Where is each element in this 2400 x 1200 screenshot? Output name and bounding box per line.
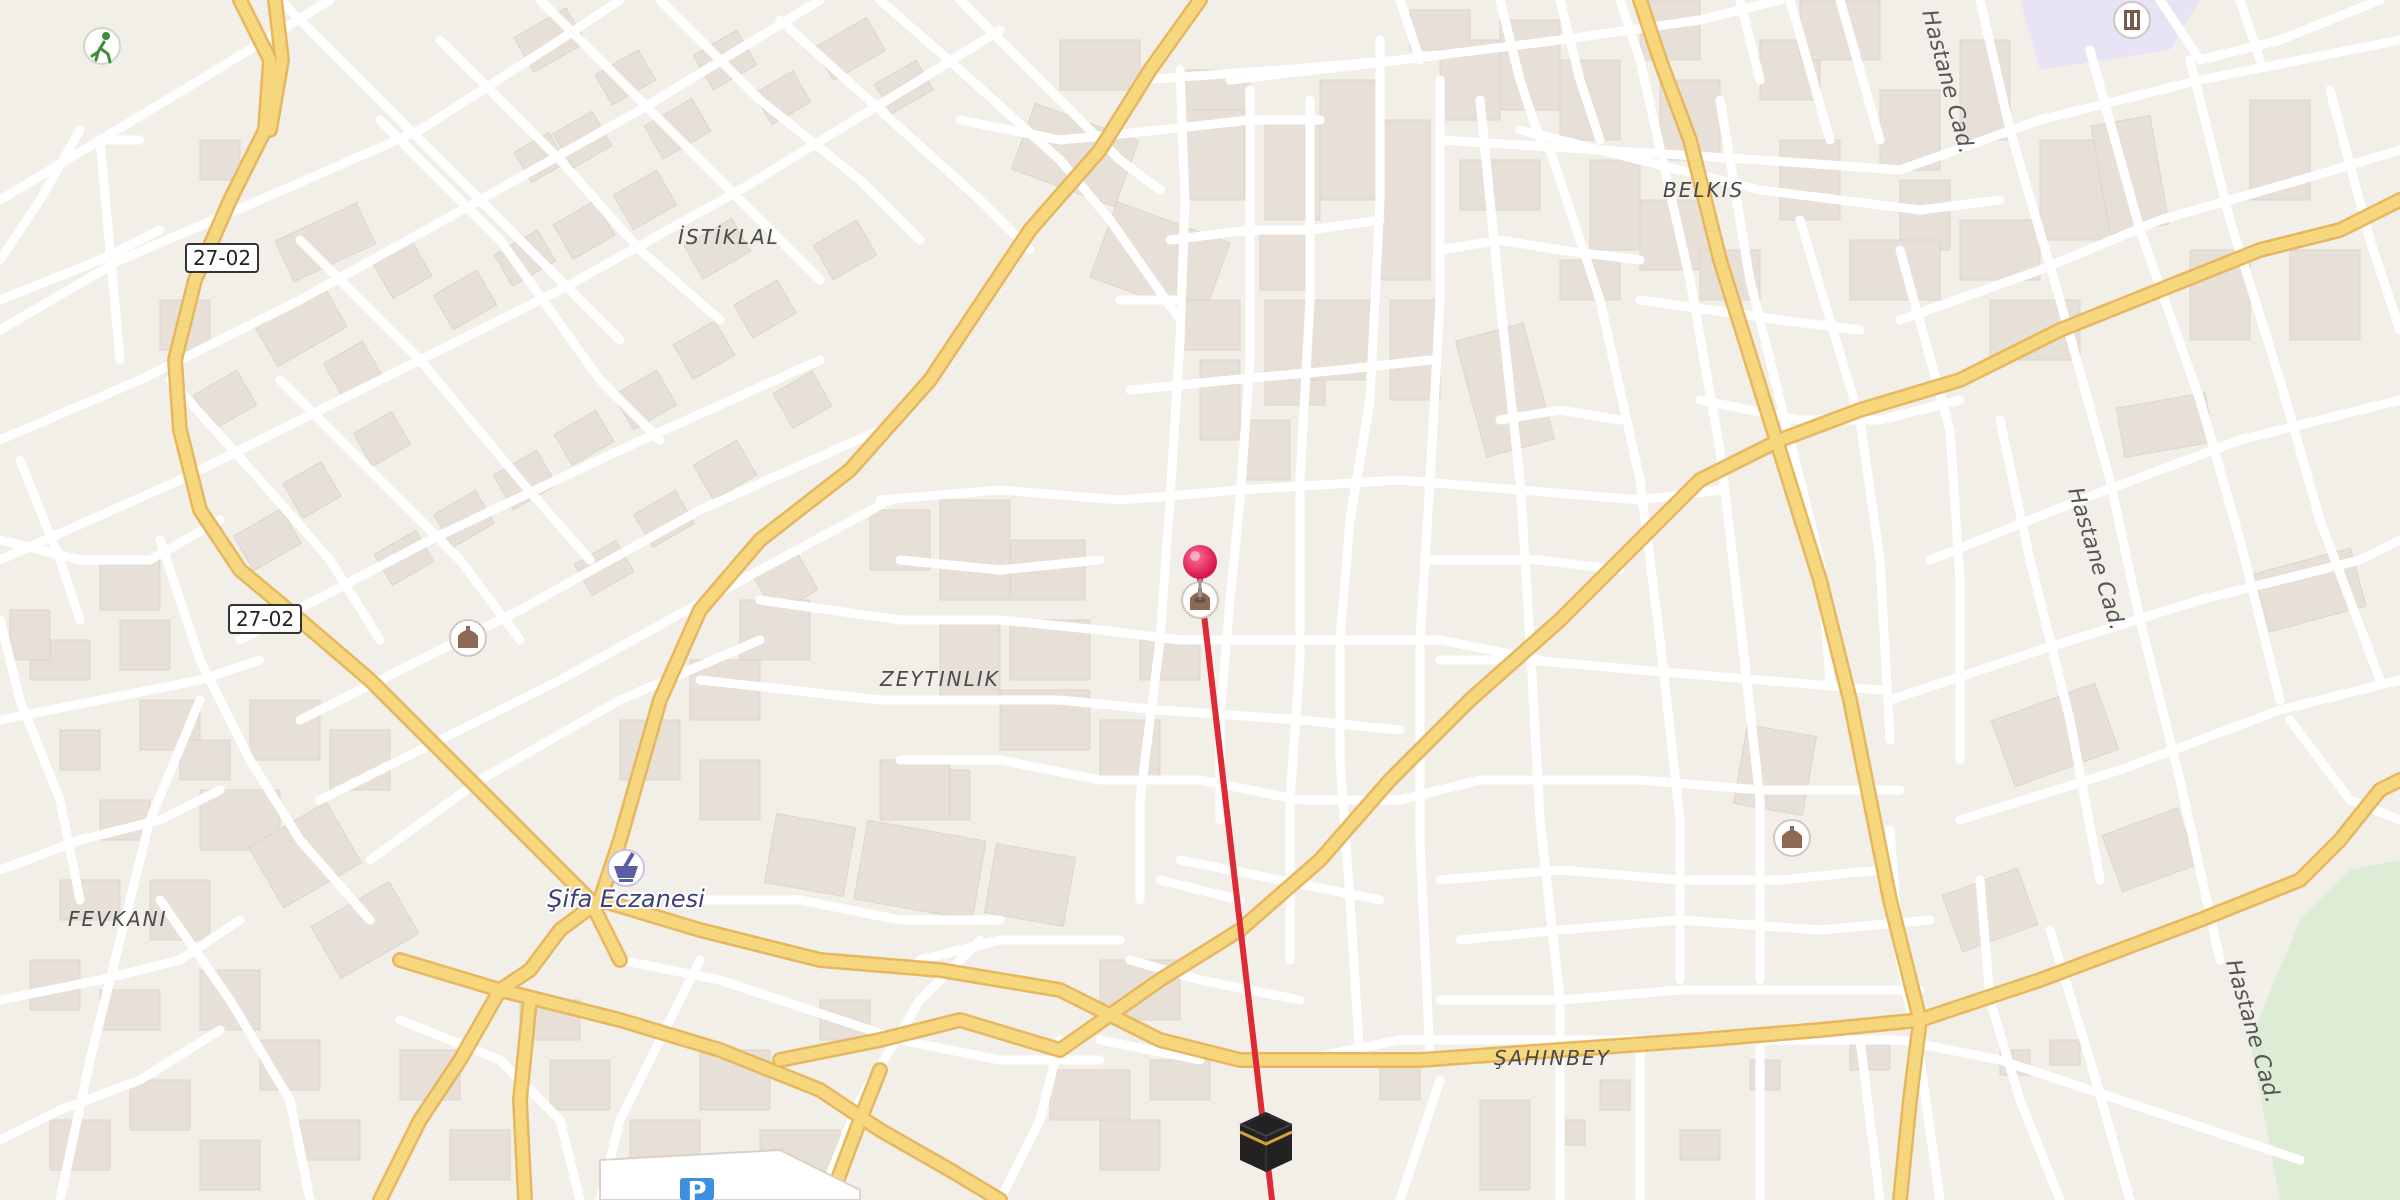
hospital-area: [2020, 0, 2200, 70]
route-shield-label: 27-02: [193, 246, 251, 270]
neighborhood-zeytinlik: ZEYTINLIK: [879, 667, 1000, 691]
route-shield-1: 27-02: [185, 243, 259, 273]
route-shield-2: 27-02: [228, 604, 302, 634]
mosque-icon[interactable]: [1773, 819, 1811, 857]
parking-symbol: P: [687, 1177, 706, 1200]
route-shield-label: 27-02: [236, 607, 294, 631]
mosque-icon[interactable]: [449, 619, 487, 657]
neighborhood-fevkani: FEVKANI: [68, 907, 167, 931]
hospital-icon[interactable]: [2113, 1, 2151, 39]
sports-icon[interactable]: [83, 27, 121, 65]
pharmacy-label: Şifa Eczanesi: [547, 885, 705, 913]
neighborhood-sahinbey: ŞAHINBEY: [1494, 1046, 1611, 1070]
neighborhood-belkis: BELKIS: [1663, 178, 1744, 202]
kaaba-icon[interactable]: [1239, 1112, 1293, 1172]
map-canvas[interactable]: İSTİKLAL BELKIS ZEYTINLIK FEVKANI ŞAHINB…: [0, 0, 2400, 1200]
neighborhood-istiklal: İSTİKLAL: [678, 225, 780, 249]
parking-icon[interactable]: P: [680, 1177, 714, 1200]
